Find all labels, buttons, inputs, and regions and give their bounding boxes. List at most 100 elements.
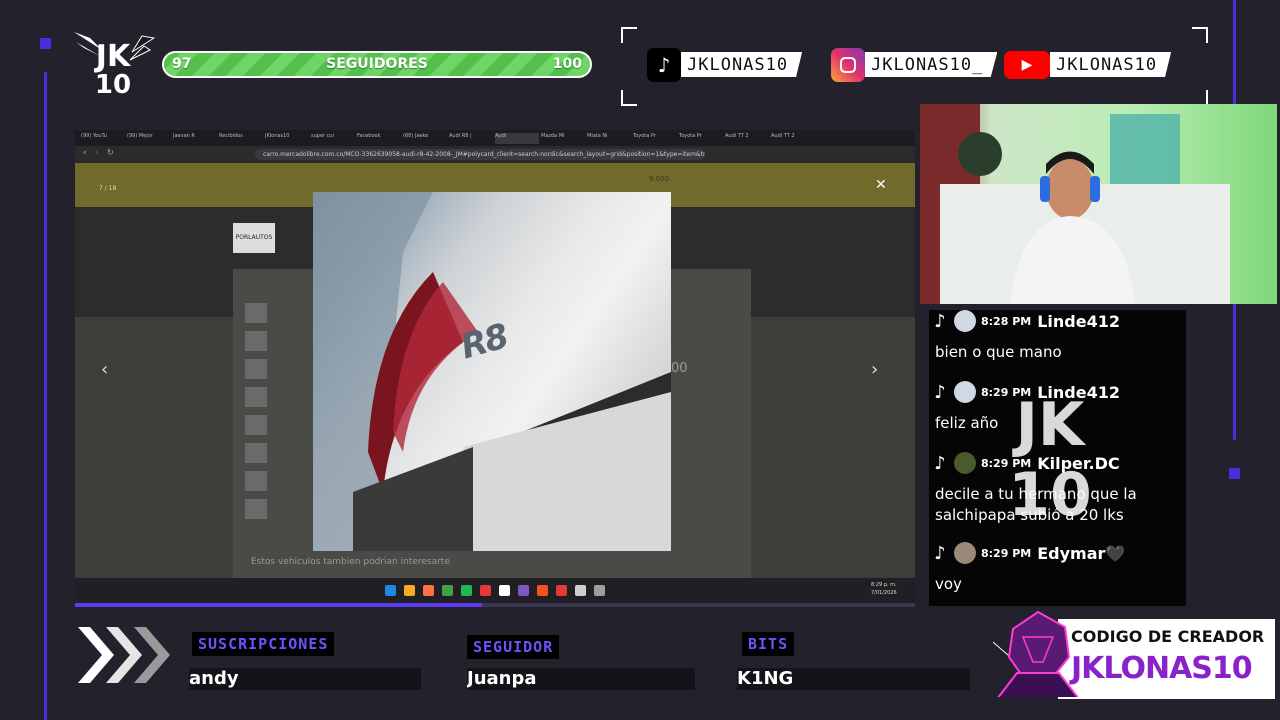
browser-tab[interactable]: Miata Ni: [587, 133, 631, 144]
chat-message-header: ♪ 8:29 PM Kilper.DC: [929, 452, 1120, 474]
thumbnail[interactable]: [245, 303, 267, 323]
bracket-tr: [1192, 27, 1208, 43]
tiktok-icon: ♪: [934, 310, 946, 332]
taskbar-app-icon[interactable]: [385, 585, 396, 596]
browser-tab[interactable]: Toyota Pr: [679, 133, 723, 144]
thumbnail[interactable]: [245, 443, 267, 463]
price-fragment: 00: [671, 361, 688, 376]
bracket-tl: [621, 27, 637, 43]
chat-username[interactable]: Edymar🖤: [1037, 544, 1125, 563]
browser-tab[interactable]: Audi TT 2: [725, 133, 769, 144]
chat-panel: ♪ 8:28 PM Linde412 bien o que mano ♪ 8:29 PM L…: [929, 310, 1186, 606]
instagram-icon: [831, 47, 865, 82]
taskbar-app-icon[interactable]: [499, 585, 510, 596]
browser-tab[interactable]: (99) Mejor: [127, 133, 171, 144]
browser-tab[interactable]: Recibidos: [219, 133, 263, 144]
thumbnail[interactable]: [245, 415, 267, 435]
taskbar-app-icon[interactable]: [404, 585, 415, 596]
double-chevron-icon: [78, 627, 170, 683]
logo-line2: 10: [94, 70, 132, 100]
social-youtube: ▶ JKLONAS10: [1004, 48, 1172, 81]
avatar: [954, 452, 976, 474]
avatar: [954, 310, 976, 332]
instagram-handle: JKLONAS10_: [865, 52, 998, 77]
url-input[interactable]: carro.mercadolibre.com.co/MCO-3362639058…: [255, 149, 705, 160]
close-icon[interactable]: ✕: [875, 177, 887, 193]
next-arrow-icon[interactable]: ›: [871, 359, 878, 380]
tiktok-icon: ♪: [934, 452, 946, 474]
taskbar-app-icon[interactable]: [518, 585, 529, 596]
thumbnail[interactable]: [245, 471, 267, 491]
car-photo: R8: [313, 192, 671, 551]
browser-tab[interactable]: Toyota Pr: [633, 133, 677, 144]
avatar: [954, 542, 976, 564]
back-icon[interactable]: ‹: [83, 148, 87, 158]
browser-tab[interactable]: super cui: [311, 133, 355, 144]
creator-code-panel: CODIGO DE CREADOR JKLONAS10: [993, 610, 1275, 700]
social-tiktok: ♪ JKLONAS10: [647, 47, 803, 82]
thumbnail[interactable]: [245, 359, 267, 379]
chat-message-header: ♪ 8:29 PM Linde412: [929, 381, 1120, 403]
chat-message-header: ♪ 8:29 PM Edymar🖤: [929, 542, 1125, 564]
logo-line1: JK: [95, 39, 131, 74]
taskbar-app-icon[interactable]: [556, 585, 567, 596]
frame-square-left: [40, 38, 51, 49]
car-tail-shape: [313, 192, 671, 551]
browser-tab[interactable]: Audi R8 |: [449, 133, 493, 144]
browser-tab[interactable]: JKlonas10: [265, 133, 309, 144]
seller-logo: PORLAUTOS: [233, 223, 275, 253]
follower-goal: 100: [552, 56, 582, 72]
prev-arrow-icon[interactable]: ‹: [101, 359, 108, 380]
taskbar-app-icon[interactable]: [537, 585, 548, 596]
browser-tab-bar: (99) YouTu (99) Mejor Jaevan R Recibidos JKl…: [75, 130, 915, 146]
thumbnail[interactable]: [245, 331, 267, 351]
creator-code: JKLONAS10: [1071, 651, 1253, 686]
chat-text: decile a tu hermano que la salchipapa su…: [935, 485, 1137, 524]
webcam-scene: [920, 104, 1230, 304]
chat-username[interactable]: Kilper.DC: [1037, 454, 1119, 473]
frame-line-left: [44, 72, 47, 720]
taskbar-app-icon[interactable]: [442, 585, 453, 596]
browser-tab[interactable]: Audi: [495, 133, 539, 144]
taskbar-date: 7/01/2026: [871, 590, 897, 596]
image-counter: 7 / 18: [99, 185, 117, 192]
similar-vehicles-text: Estos vehiculos tambien podrian interesa…: [251, 557, 450, 567]
browser-tab[interactable]: Jaevan R: [173, 133, 217, 144]
chat-username[interactable]: Linde412: [1037, 383, 1120, 402]
taskbar-app-icon[interactable]: [423, 585, 434, 596]
follower-last-name: Juanpa: [467, 668, 695, 690]
taskbar-app-icon[interactable]: [480, 585, 491, 596]
chat-text: bien o que mano: [935, 343, 1062, 361]
forward-icon[interactable]: ›: [95, 148, 99, 158]
taskbar-app-icon[interactable]: [594, 585, 605, 596]
follower-last-label: SEGUIDOR: [467, 635, 560, 659]
follower-goal-bar: 97 SEGUIDORES 100: [162, 51, 592, 78]
browser-tab[interactable]: Audi TT 2: [771, 133, 815, 144]
chat-username[interactable]: Linde412: [1037, 312, 1120, 331]
chat-text: feliz año: [935, 414, 999, 432]
taskbar-app-icon[interactable]: [461, 585, 472, 596]
reload-icon[interactable]: ↻: [107, 148, 114, 157]
browser-tab[interactable]: (99) YouTu: [81, 133, 125, 144]
youtube-handle: JKLONAS10: [1050, 52, 1172, 77]
chat-text: voy: [935, 575, 962, 593]
subs-name: andy: [189, 668, 421, 690]
windows-taskbar: 8:29 p. m. 7/01/2026: [75, 578, 915, 603]
browser-tab[interactable]: Mazda Mi: [541, 133, 585, 144]
taskbar-app-icon[interactable]: [575, 585, 586, 596]
creator-title: CODIGO DE CREADOR: [1071, 627, 1265, 646]
social-instagram: JKLONAS10_: [831, 47, 998, 82]
youtube-icon: ▶: [1004, 50, 1050, 79]
browser-tab[interactable]: (68) Jaeke: [403, 133, 447, 144]
tiktok-icon: ♪: [934, 381, 946, 403]
screen-capture: (99) YouTu (99) Mejor Jaevan R Recibidos JKl…: [75, 130, 915, 603]
bracket-bl: [621, 90, 637, 106]
browser-tab[interactable]: Facebook: [357, 133, 401, 144]
creator-avatar-icon: [993, 610, 1079, 697]
thumbnail[interactable]: [245, 499, 267, 519]
thumbnail[interactable]: [245, 387, 267, 407]
taskbar-time: 8:29 p. m.: [871, 582, 897, 588]
chat-time: 8:29 PM: [981, 385, 1032, 399]
tiktok-icon: ♪: [934, 542, 946, 564]
chat-time: 8:28 PM: [981, 314, 1032, 328]
